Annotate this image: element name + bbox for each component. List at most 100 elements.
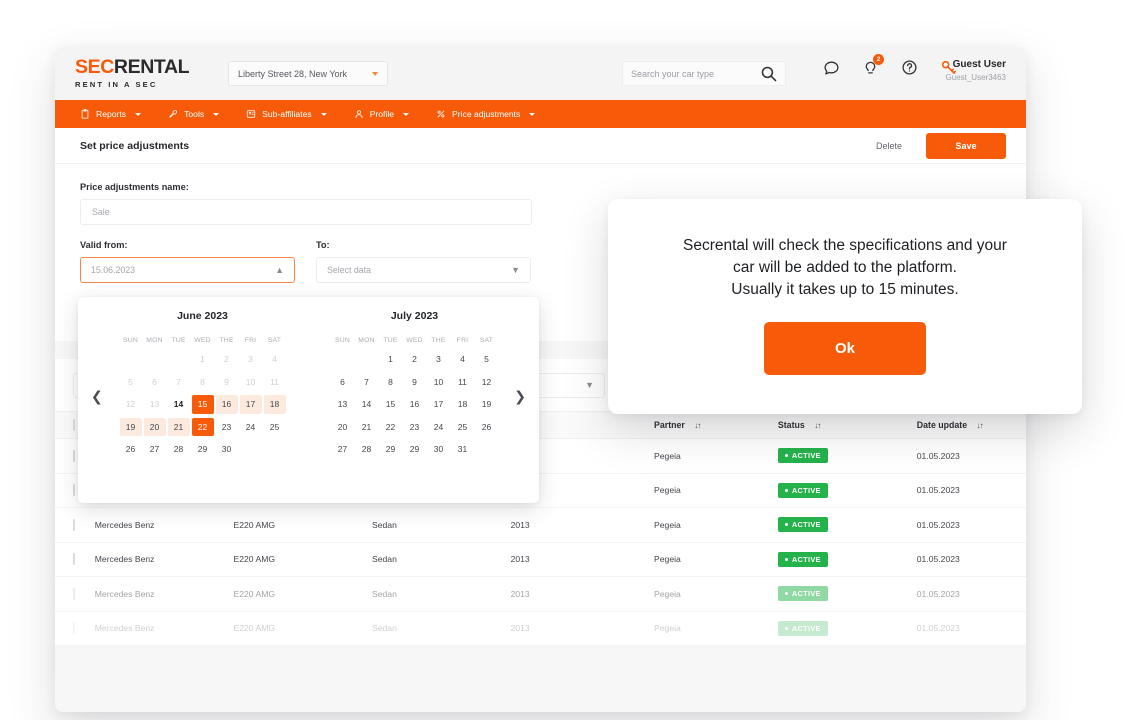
user-menu[interactable]: Guest User Guest_User3463 — [946, 59, 1006, 82]
calendar-day[interactable]: 20 — [331, 416, 355, 439]
calendar-day[interactable]: 9 — [215, 371, 239, 394]
valid-to-input[interactable]: Select data ▼ — [316, 257, 531, 283]
row-checkbox[interactable] — [73, 518, 75, 531]
sort-icon[interactable]: ↓↑ — [977, 421, 984, 430]
calendar-day[interactable]: 5 — [119, 371, 143, 394]
calendar-day[interactable]: 17 — [427, 393, 451, 416]
nav-item-reports[interactable]: Reports — [80, 109, 142, 119]
row-select-cell[interactable] — [55, 576, 95, 612]
calendar-day[interactable]: 10 — [239, 371, 263, 394]
table-row[interactable]: Mercedes BenzE220 AMGSedan2013Pegeia ACTI… — [55, 576, 1026, 612]
sort-icon[interactable]: ↓↑ — [814, 421, 821, 430]
row-checkbox[interactable] — [73, 622, 75, 635]
app-logo[interactable]: SECRENTAL RENT IN A SEC — [75, 57, 200, 89]
calendar-day[interactable]: 28 — [355, 438, 379, 461]
calendar-day[interactable]: 27 — [331, 438, 355, 461]
calendar-day[interactable]: 28 — [167, 438, 191, 461]
calendar-day[interactable]: 2 — [403, 348, 427, 371]
calendar-day[interactable]: 14 — [355, 393, 379, 416]
calendar-day[interactable]: 13 — [331, 393, 355, 416]
calendar-day[interactable]: 3 — [427, 348, 451, 371]
calendar-day[interactable]: 4 — [451, 348, 475, 371]
calendar-day[interactable]: 19 — [475, 393, 499, 416]
calendar-day[interactable]: 12 — [119, 393, 143, 416]
table-row[interactable]: Mercedes BenzE220 AMGSedan2013Pegeia ACTI… — [55, 507, 1026, 543]
calendar-day[interactable]: 23 — [215, 416, 239, 439]
calendar-day[interactable]: 15 — [191, 393, 215, 416]
calendar-day[interactable]: 18 — [451, 393, 475, 416]
row-select-cell[interactable] — [55, 611, 95, 646]
lightbulb-icon[interactable]: 2 — [862, 54, 884, 76]
calendar-day[interactable]: 13 — [143, 393, 167, 416]
help-circle-icon[interactable] — [901, 59, 918, 76]
calendar-day[interactable]: 7 — [167, 371, 191, 394]
th-partner[interactable]: Partner ↓↑ — [654, 411, 778, 439]
modal-ok-button[interactable]: Ok — [764, 322, 926, 375]
calendar-day[interactable]: 19 — [119, 416, 143, 439]
calendar-day[interactable]: 16 — [215, 393, 239, 416]
calendar-day[interactable]: 24 — [239, 416, 263, 439]
calendar-day[interactable]: 9 — [403, 371, 427, 394]
th-status[interactable]: Status ↓↑ — [777, 411, 917, 439]
row-checkbox[interactable] — [73, 449, 75, 462]
calendar-day[interactable]: 20 — [143, 416, 167, 439]
calendar-day[interactable]: 6 — [143, 371, 167, 394]
calendar-day[interactable]: 1 — [191, 348, 215, 371]
calendar-day[interactable]: 30 — [427, 438, 451, 461]
calendar-day[interactable]: 22 — [191, 416, 215, 439]
location-select[interactable]: Liberty Street 28, New York — [228, 61, 388, 86]
calendar-day[interactable]: 29 — [403, 438, 427, 461]
select-all-checkbox[interactable] — [73, 419, 75, 431]
nav-item-sub-affiliates[interactable]: Sub-affiliates — [246, 109, 327, 119]
save-button[interactable]: Save — [926, 132, 1006, 159]
calendar-day[interactable]: 22 — [379, 416, 403, 439]
calendar-day[interactable]: 12 — [475, 371, 499, 394]
table-row[interactable]: Mercedes BenzE220 AMGSedan2013Pegeia ACTI… — [55, 611, 1026, 646]
calendar-day[interactable]: 31 — [451, 438, 475, 461]
delete-button[interactable]: Delete — [868, 136, 910, 156]
calendar-day[interactable]: 15 — [379, 393, 403, 416]
calendar-day[interactable]: 21 — [355, 416, 379, 439]
nav-item-tools[interactable]: Tools — [168, 109, 220, 119]
calendar-day[interactable]: 29 — [379, 438, 403, 461]
row-select-cell[interactable] — [55, 507, 95, 543]
calendar-day[interactable]: 25 — [263, 416, 287, 439]
calendar-day[interactable]: 29 — [191, 438, 215, 461]
nav-item-profile[interactable]: Profile — [354, 109, 410, 119]
chevron-left-icon[interactable]: ❮ — [91, 389, 103, 405]
row-checkbox[interactable] — [73, 484, 75, 497]
nav-item-price-adjustments[interactable]: Price adjustments — [436, 109, 536, 119]
calendar-day[interactable]: 6 — [331, 371, 355, 394]
calendar-day[interactable]: 25 — [451, 416, 475, 439]
search-input[interactable]: Search your car type — [622, 61, 786, 86]
calendar-day[interactable]: 1 — [379, 348, 403, 371]
row-checkbox[interactable] — [73, 553, 75, 566]
calendar-day[interactable]: 26 — [119, 438, 143, 461]
calendar-day[interactable]: 3 — [239, 348, 263, 371]
calendar-day[interactable]: 11 — [263, 371, 287, 394]
calendar-day[interactable]: 8 — [379, 371, 403, 394]
date-range-calendar[interactable]: ❮ ❯ June 2023 SUN MON TUE WED THE FRI SAT 1 2 3 4 5 6… — [78, 297, 539, 503]
row-checkbox[interactable] — [73, 587, 75, 600]
valid-from-input[interactable]: 15.06.2023 ▲ — [80, 257, 295, 283]
calendar-day[interactable]: 17 — [239, 393, 263, 416]
calendar-day[interactable]: 16 — [403, 393, 427, 416]
calendar-day[interactable]: 4 — [263, 348, 287, 371]
calendar-day[interactable]: 23 — [403, 416, 427, 439]
calendar-day[interactable]: 2 — [215, 348, 239, 371]
calendar-day[interactable]: 30 — [215, 438, 239, 461]
chat-icon[interactable] — [823, 59, 840, 76]
calendar-day[interactable]: 24 — [427, 416, 451, 439]
sort-icon[interactable]: ↓↑ — [694, 421, 701, 430]
calendar-day[interactable]: 7 — [355, 371, 379, 394]
table-row[interactable]: Mercedes BenzE220 AMGSedan2013Pegeia ACTI… — [55, 542, 1026, 577]
calendar-day[interactable]: 14 — [167, 393, 191, 416]
th-date-update[interactable]: Date update ↓↑ — [916, 411, 1026, 439]
calendar-day[interactable]: 18 — [263, 393, 287, 416]
chevron-right-icon[interactable]: ❯ — [514, 389, 526, 405]
calendar-day[interactable]: 26 — [475, 416, 499, 439]
row-select-cell[interactable] — [55, 542, 95, 577]
calendar-day[interactable]: 5 — [475, 348, 499, 371]
calendar-day[interactable]: 8 — [191, 371, 215, 394]
calendar-day[interactable]: 27 — [143, 438, 167, 461]
